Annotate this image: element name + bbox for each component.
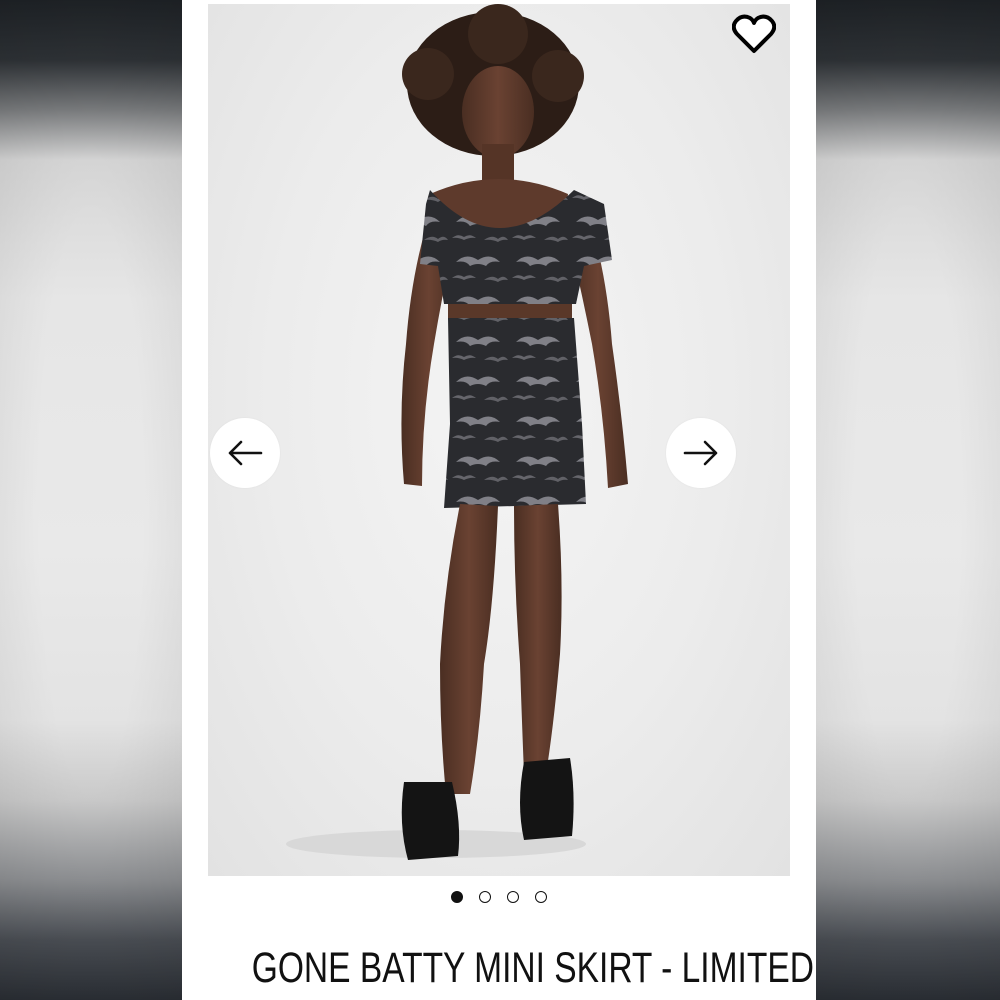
favorite-button[interactable] (732, 14, 778, 58)
arrow-left-icon (228, 440, 263, 466)
gallery-pagination (182, 891, 816, 907)
blurred-background-left (0, 0, 182, 1000)
next-image-button[interactable] (666, 418, 736, 488)
product-card: GONE BATTY MINI SKIRT - LIMITED (182, 0, 816, 1000)
arrow-right-icon (683, 440, 718, 466)
pagination-dot-1[interactable] (451, 891, 463, 903)
pagination-dot-2[interactable] (479, 891, 491, 903)
pagination-dot-3[interactable] (507, 891, 519, 903)
pagination-dot-4[interactable] (535, 891, 547, 903)
blurred-background-right (816, 0, 1000, 1000)
previous-image-button[interactable] (210, 418, 280, 488)
product-title: GONE BATTY MINI SKIRT - LIMITED (251, 944, 814, 992)
heart-outline-icon (732, 14, 776, 53)
